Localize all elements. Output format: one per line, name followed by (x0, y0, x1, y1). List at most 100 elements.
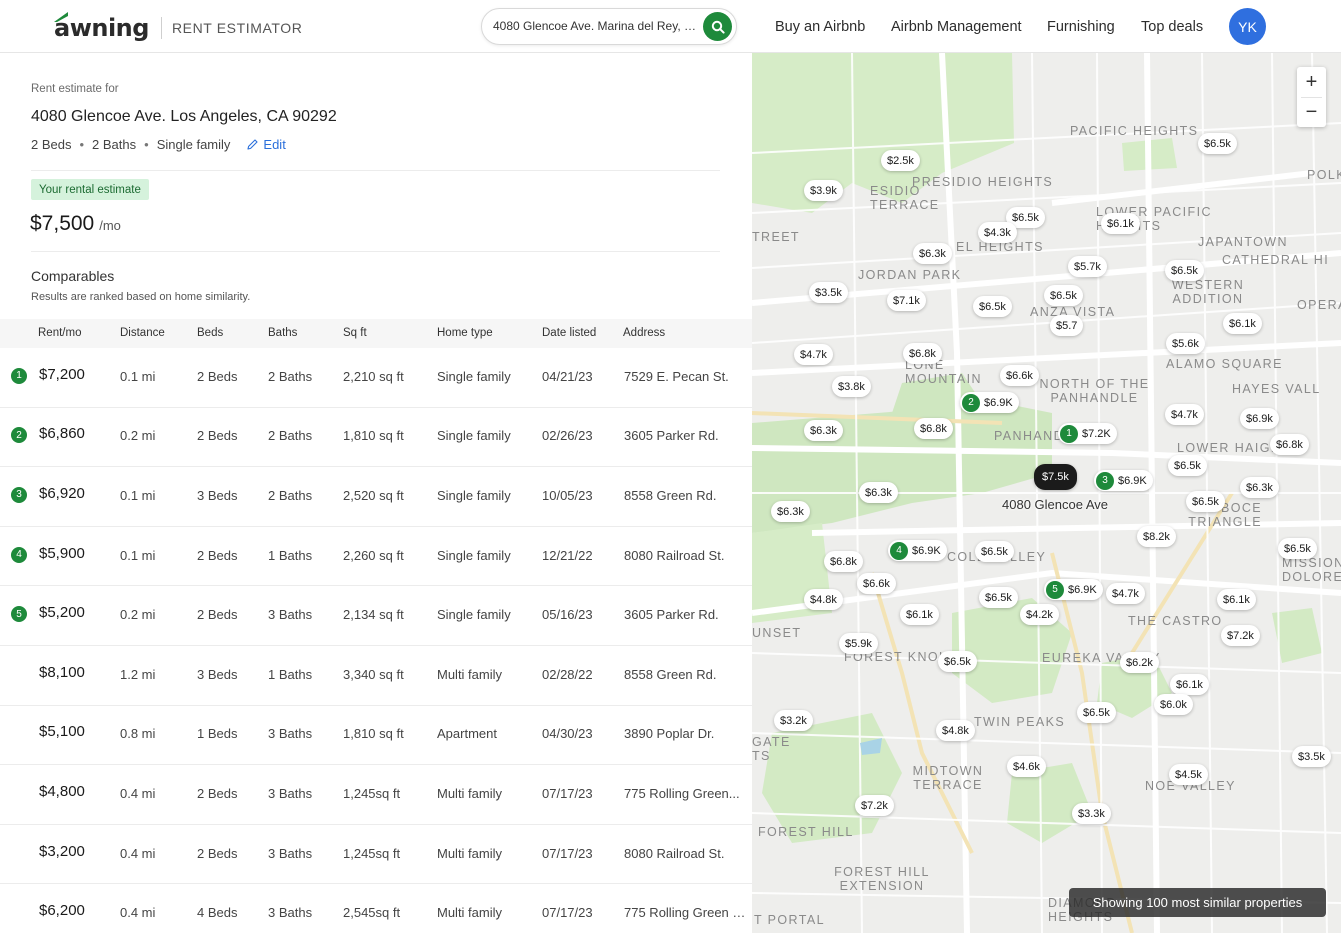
col-distance[interactable]: Distance (120, 327, 165, 339)
row-rent: $6,860 (39, 425, 85, 443)
map-pin-ranked[interactable]: 3 $6.9K (1094, 470, 1153, 491)
zoom-out-button[interactable]: − (1297, 97, 1326, 127)
table-row[interactable]: $8,100 1.2 mi 3 Beds 1 Baths 3,340 sq ft Mult… (0, 646, 752, 706)
table-row[interactable]: $5,100 0.8 mi 1 Beds 3 Baths 1,810 sq ft Apar… (0, 706, 752, 766)
col-address[interactable]: Address (623, 327, 665, 339)
map-pin-ranked[interactable]: 5 $6.9K (1044, 579, 1103, 600)
map-pin[interactable]: $3.8k (832, 376, 871, 397)
area-polk: POLK (1307, 168, 1341, 182)
map-pin[interactable]: $6.5k (1198, 133, 1237, 154)
map-pin[interactable]: $6.5k (979, 587, 1018, 608)
map-pin[interactable]: $7.1k (887, 290, 926, 311)
map-pin[interactable]: $6.3k (771, 501, 810, 522)
search-button[interactable] (703, 12, 732, 41)
map-pin-ranked[interactable]: 1 $7.2K (1058, 423, 1117, 444)
table-row[interactable]: 1 $7,200 0.1 mi 2 Beds 2 Baths 2,210 sq ft Sin… (0, 348, 752, 408)
map-pin[interactable]: $4.7k (794, 344, 833, 365)
col-date-listed[interactable]: Date listed (542, 327, 596, 339)
map-pin[interactable]: $6.3k (859, 482, 898, 503)
map-pin[interactable]: $4.8k (804, 589, 843, 610)
map-pin[interactable]: $4.5k (1169, 764, 1208, 785)
map-pin[interactable]: $6.6k (1000, 365, 1039, 386)
map-pin[interactable]: $6.1k (1217, 589, 1256, 610)
map-pin-ranked[interactable]: 2 $6.9K (960, 392, 1019, 413)
map-pin[interactable]: $6.0k (1154, 694, 1193, 715)
map-pin[interactable]: $6.8k (1270, 434, 1309, 455)
map-pin-ranked[interactable]: 4 $6.9K (888, 540, 947, 561)
map-pin[interactable]: $6.5k (975, 541, 1014, 562)
map-pin[interactable]: $6.1k (1101, 213, 1140, 234)
table-row[interactable]: $3,200 0.4 mi 2 Beds 3 Baths 1,245sq ft Multi… (0, 825, 752, 885)
map-pin[interactable]: $6.3k (913, 243, 952, 264)
map-pin[interactable]: $7.2k (1221, 625, 1260, 646)
col-home-type[interactable]: Home type (437, 327, 493, 339)
col-baths[interactable]: Baths (268, 327, 297, 339)
map-pin[interactable]: $6.3k (1240, 477, 1279, 498)
pin-price-label: $6.9K (984, 396, 1013, 409)
map-pin[interactable]: $5.7k (1068, 256, 1107, 277)
edit-button[interactable]: Edit (246, 137, 286, 152)
map-pin[interactable]: $7.2k (855, 795, 894, 816)
map-pin[interactable]: $6.8k (903, 343, 942, 364)
map-pin[interactable]: $2.5k (881, 150, 920, 171)
row-baths: 2 Baths (268, 368, 313, 384)
nav-airbnb-management[interactable]: Airbnb Management (891, 19, 1022, 35)
map-pin[interactable]: $6.5k (1186, 491, 1225, 512)
nav-top-deals[interactable]: Top deals (1141, 19, 1203, 35)
map-pin[interactable]: $6.3k (804, 420, 843, 441)
logo-text: awning (54, 14, 149, 42)
map-pin[interactable]: $6.5k (1044, 285, 1083, 306)
map-pin[interactable]: $6.5k (1278, 538, 1317, 559)
table-row[interactable]: $4,800 0.4 mi 2 Beds 3 Baths 1,245sq ft Multi… (0, 765, 752, 825)
map-pin[interactable]: $4.2k (1020, 604, 1059, 625)
map-pin[interactable]: $4.7k (1165, 404, 1204, 425)
logo-divider (160, 17, 162, 39)
map-pin[interactable]: $5.7 (1050, 315, 1084, 336)
table-row[interactable]: 2 $6,860 0.2 mi 2 Beds 2 Baths 1,810 sq ft Sin… (0, 408, 752, 468)
map-pin[interactable]: $6.5k (1165, 260, 1204, 281)
map-pin[interactable]: $3.5k (1292, 746, 1331, 767)
map-pin[interactable]: $5.9k (839, 633, 878, 654)
map-pin[interactable]: $3.2k (774, 710, 813, 731)
map-pin[interactable]: $5.6k (1166, 333, 1205, 354)
row-distance: 0.4 mi (120, 845, 156, 861)
map-pin[interactable]: $4.7k (1106, 583, 1145, 604)
zoom-in-button[interactable]: + (1297, 67, 1326, 97)
map-pin[interactable]: $3.9k (804, 180, 843, 201)
table-row[interactable]: 3 $6,920 0.1 mi 3 Beds 2 Baths 2,520 sq ft Sin… (0, 467, 752, 527)
map-pin[interactable]: $6.5k (1168, 455, 1207, 476)
table-row[interactable]: 4 $5,900 0.1 mi 2 Beds 1 Baths 2,260 sq ft Sin… (0, 527, 752, 587)
map-pin-selected[interactable]: $7.5k (1034, 464, 1077, 490)
awning-logo[interactable]: awning RENT ESTIMATOR (54, 12, 302, 42)
map-pin[interactable]: $6.1k (1223, 313, 1262, 334)
map-pin[interactable]: $3.3k (1072, 803, 1111, 824)
map-pin[interactable]: $6.5k (1077, 702, 1116, 723)
map-pin[interactable]: $6.2k (1120, 652, 1159, 673)
map-view[interactable]: PACIFIC HEIGHTS PRESIDIO HEIGHTS ESIDIO … (752, 53, 1341, 933)
pin-price-label: $7.2k (861, 799, 888, 812)
map-pin[interactable]: $6.9k (1240, 408, 1279, 429)
col-rent[interactable]: Rent/mo (38, 327, 81, 339)
map-pin[interactable]: $6.5k (938, 651, 977, 672)
map-pin[interactable]: $8.2k (1137, 526, 1176, 547)
table-row[interactable]: 5 $5,200 0.2 mi 2 Beds 3 Baths 2,134 sq ft Sin… (0, 586, 752, 646)
map-pin[interactable]: $6.8k (824, 551, 863, 572)
map-pin[interactable]: $6.8k (914, 418, 953, 439)
map-pin[interactable]: $3.5k (809, 282, 848, 303)
map-pin[interactable]: $6.1k (900, 604, 939, 625)
map-pin[interactable]: $4.8k (936, 720, 975, 741)
map-pin[interactable]: $6.6k (857, 573, 896, 594)
nav-furnishing[interactable]: Furnishing (1047, 19, 1115, 35)
address-search-input[interactable]: 4080 Glencoe Ave. Marina del Rey, C... (493, 19, 701, 33)
col-sqft[interactable]: Sq ft (343, 327, 367, 339)
estimate-price-value: $7,500 (30, 212, 95, 235)
map-pin[interactable]: $4.3k (978, 222, 1017, 243)
map-pin[interactable]: $4.6k (1007, 756, 1046, 777)
map-pin[interactable]: $6.1k (1170, 674, 1209, 695)
user-avatar[interactable]: YK (1229, 8, 1266, 45)
pin-rank-badge: 3 (1096, 471, 1114, 490)
col-beds[interactable]: Beds (197, 327, 223, 339)
table-row[interactable]: $6,200 0.4 mi 4 Beds 3 Baths 2,545sq ft Multi… (0, 884, 752, 933)
map-pin[interactable]: $6.5k (973, 296, 1012, 317)
nav-buy-airbnb[interactable]: Buy an Airbnb (775, 19, 865, 35)
